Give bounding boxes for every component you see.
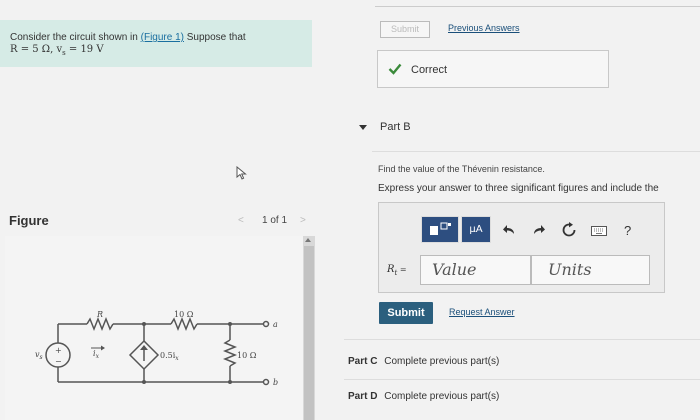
divider [344, 339, 700, 340]
part-d-status: Complete previous part(s) [384, 391, 500, 402]
part-b-title[interactable]: Part B [380, 121, 411, 133]
part-b-instruction-format: Express your answer to three significant… [378, 183, 659, 194]
circuit-diagram: R 10 Ω 10 Ω 0.5ix ix vs a b + − [35, 310, 278, 387]
answer-label-eq: = [397, 265, 407, 274]
correct-status-text: Correct [411, 64, 448, 76]
label-r2: 10 Ω [237, 351, 257, 360]
terminal-b [262, 378, 270, 386]
part-c-status: Complete previous part(s) [384, 356, 500, 367]
templates-button[interactable] [421, 216, 459, 243]
divider [372, 151, 700, 152]
problem-intro-line: Consider the circuit shown in (Figure 1)… [10, 32, 302, 44]
arrow-head [140, 345, 148, 350]
units-input[interactable]: Units [531, 255, 650, 285]
divider [375, 6, 700, 7]
current-arrow-head [101, 345, 105, 351]
figure-panel: R 10 Ω 10 Ω 0.5ix ix vs a b + − [5, 236, 303, 420]
templates-icon [430, 222, 451, 235]
divider [344, 379, 700, 380]
label-node-b: b [273, 378, 278, 387]
help-icon[interactable]: ? [624, 223, 631, 238]
problem-suppose-text: Suppose that [186, 32, 246, 43]
label-dep-source: 0.5ix [160, 351, 179, 362]
part-c-label: Part C [348, 356, 378, 367]
part-c-row[interactable]: Part C Complete previous part(s) [348, 356, 499, 367]
figure-next-button[interactable]: > [300, 215, 306, 226]
problem-givens: R = 5 Ω, vs = 19 V [10, 44, 302, 59]
givens-end: = 19 V [65, 44, 104, 55]
label-current: ix [93, 349, 100, 360]
part-b-submit-button[interactable]: Submit [379, 302, 433, 324]
node-dot [228, 322, 232, 326]
value-input[interactable]: Value [420, 255, 531, 285]
scroll-up-arrow-icon[interactable] [305, 238, 311, 242]
answer-label-main: R [387, 264, 395, 275]
label-voltage: vs [35, 350, 43, 361]
part-d-row[interactable]: Part D Complete previous part(s) [348, 391, 499, 402]
figure-link[interactable]: (Figure 1) [141, 32, 184, 43]
givens-text: R = 5 Ω, v [10, 44, 63, 55]
keyboard-icon[interactable] [591, 226, 607, 236]
figure-prev-button[interactable]: < [238, 215, 244, 226]
mouse-cursor-icon [236, 166, 247, 180]
label-r: R [96, 310, 103, 319]
reset-icon[interactable] [561, 222, 577, 238]
figure-scroll-thumb[interactable] [304, 246, 314, 420]
resistor-r [86, 316, 114, 332]
label-minus: − [55, 357, 62, 366]
problem-intro-text: Consider the circuit shown in [10, 32, 138, 43]
part-b-instruction: Find the value of the Thévenin resistanc… [378, 164, 545, 174]
label-r1: 10 Ω [174, 310, 194, 319]
redo-icon[interactable] [532, 224, 546, 236]
part-b-collapse-icon[interactable] [359, 125, 367, 130]
figure-pager-text: 1 of 1 [262, 215, 288, 226]
problem-statement: Consider the circuit shown in (Figure 1)… [0, 20, 312, 67]
node-dot [142, 322, 146, 326]
part-d-label: Part D [348, 391, 378, 402]
label-node-a: a [273, 320, 278, 329]
answer-label: Rt = [387, 264, 407, 277]
label-plus: + [55, 346, 62, 355]
resistor-10-ohm-series [170, 316, 198, 332]
previous-answers-link[interactable]: Previous Answers [448, 23, 520, 33]
node-dot [142, 380, 146, 384]
node-dot [228, 380, 232, 384]
part-a-submit-button: Submit [380, 21, 430, 38]
figure-title: Figure [9, 213, 49, 228]
resistor-10-ohm-shunt [222, 339, 238, 367]
undo-icon[interactable] [502, 224, 516, 236]
request-answer-link[interactable]: Request Answer [449, 307, 515, 317]
checkmark-icon [388, 63, 402, 75]
terminal-a [262, 320, 270, 328]
units-button[interactable]: μA [461, 216, 491, 243]
